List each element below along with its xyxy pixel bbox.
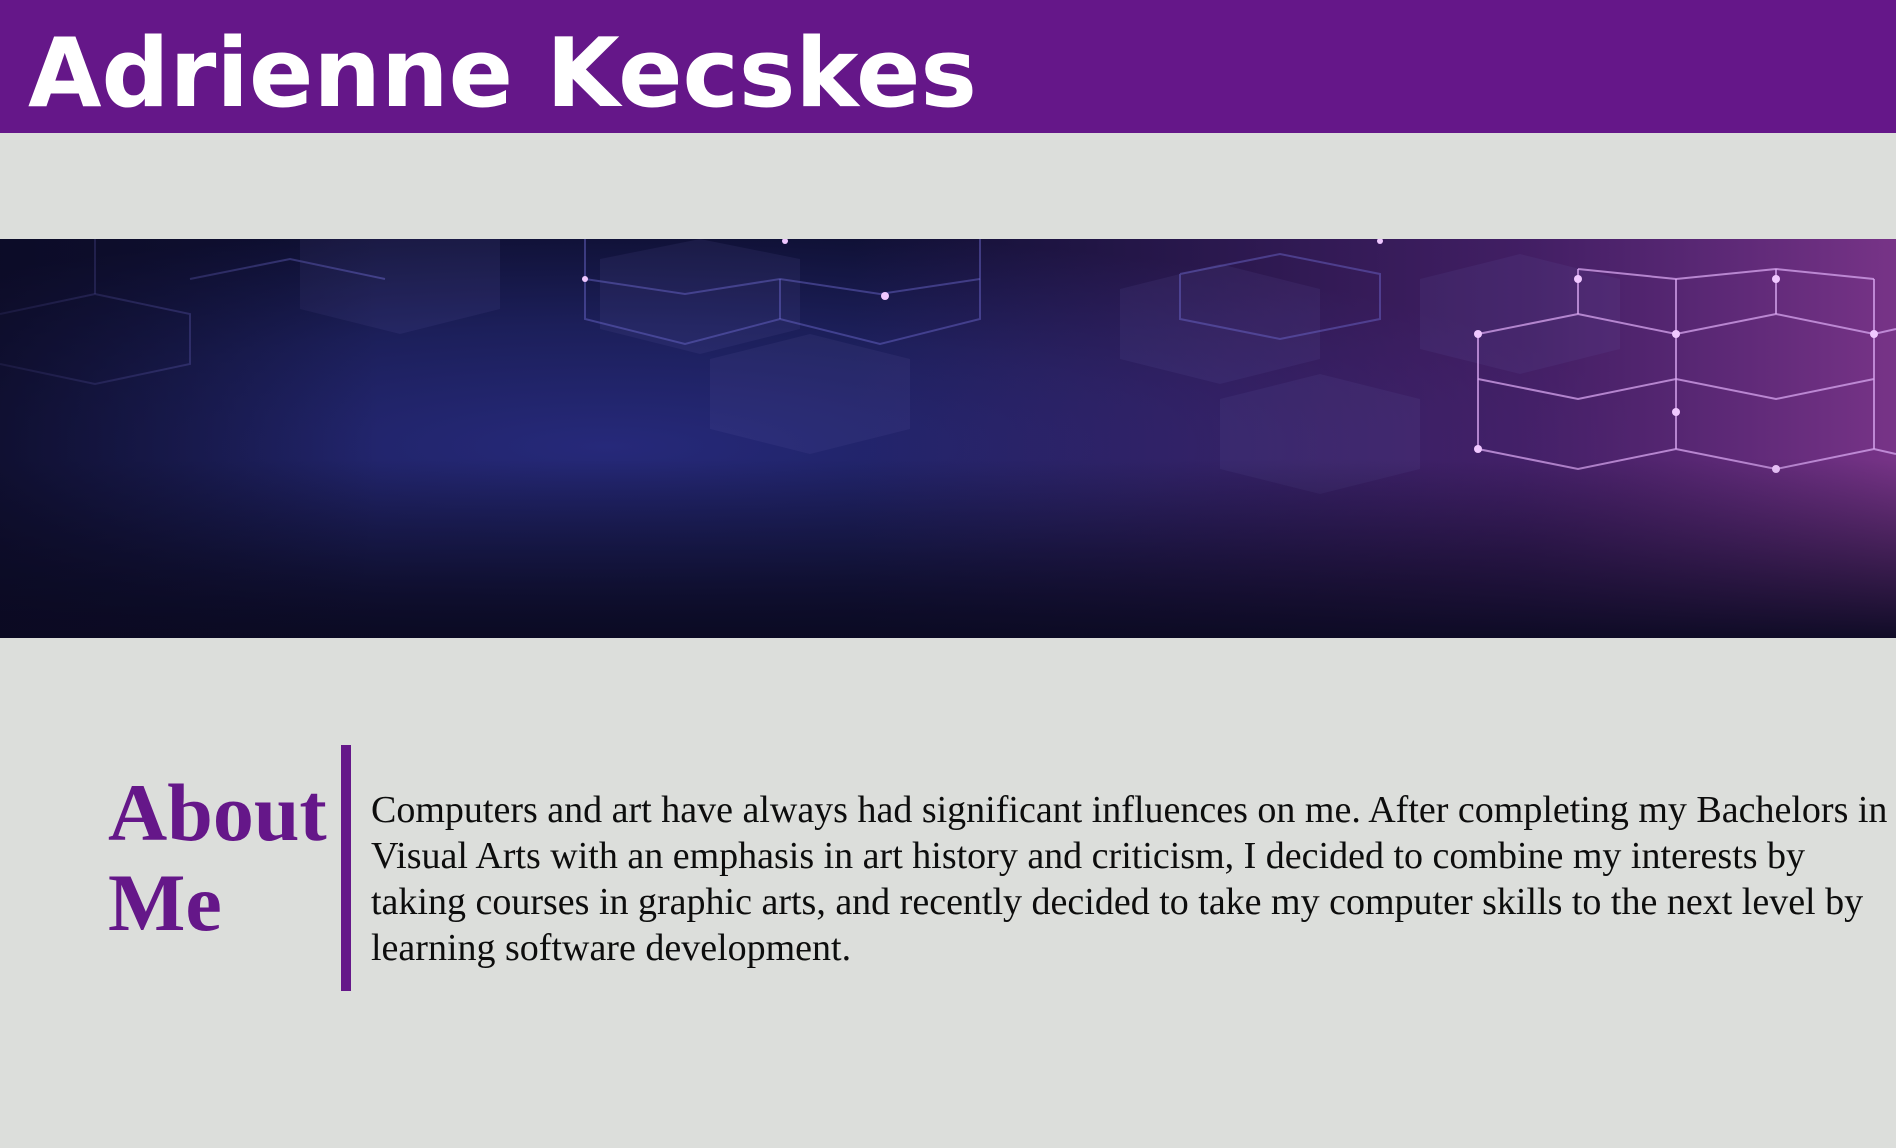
hero-banner-image [0,239,1896,638]
about-me-section: About Me Computers and art have always h… [0,745,1896,991]
about-me-heading: About Me [108,767,327,948]
section-divider [341,745,351,991]
site-title: Adrienne Kecskes [28,19,977,129]
site-header: Adrienne Kecskes [0,0,1896,133]
about-me-paragraph: Computers and art have always had signif… [371,789,1888,969]
